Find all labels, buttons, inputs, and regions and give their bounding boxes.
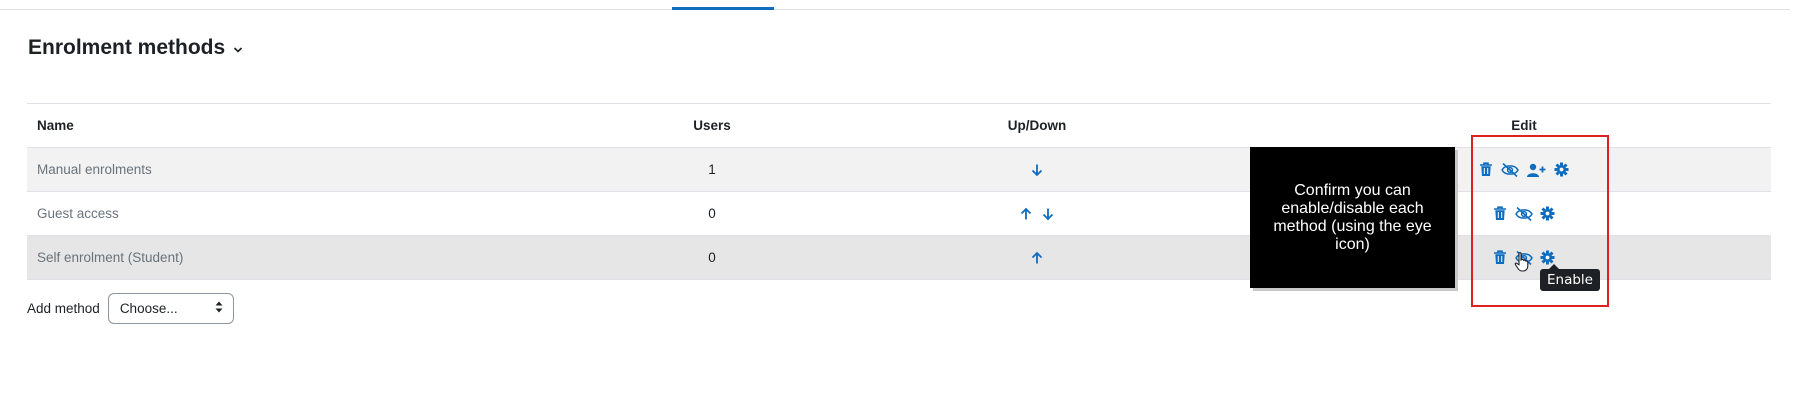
tab-bar-divider <box>0 9 1790 10</box>
column-header-users: Users <box>627 103 797 148</box>
add-method-select[interactable]: Choose... <box>107 293 234 324</box>
method-users: 1 <box>627 147 797 192</box>
page-title: Enrolment methods <box>28 36 226 59</box>
method-users: 0 <box>627 235 797 280</box>
chevron-down-icon[interactable] <box>233 46 243 54</box>
page-heading[interactable]: Enrolment methods <box>28 36 243 60</box>
method-users: 0 <box>627 191 797 236</box>
arrow-up-icon[interactable] <box>1019 207 1033 221</box>
add-method-control: Add method Choose... <box>27 293 234 324</box>
column-header-updown: Up/Down <box>797 103 1277 148</box>
updown-cell <box>797 147 1277 192</box>
annotation-callout: Confirm you can enable/disable each meth… <box>1250 147 1455 288</box>
select-caret-icon <box>215 301 223 316</box>
enable-tooltip: Enable <box>1540 264 1600 291</box>
add-method-selected-value: Choose... <box>119 301 178 316</box>
method-name: Guest access <box>27 191 627 236</box>
arrow-up-icon[interactable] <box>1030 251 1044 265</box>
method-name: Manual enrolments <box>27 147 627 192</box>
hand-cursor-icon <box>1514 252 1530 277</box>
column-header-name: Name <box>27 103 627 148</box>
arrow-down-icon[interactable] <box>1041 207 1055 221</box>
arrow-down-icon[interactable] <box>1030 163 1044 177</box>
method-name: Self enrolment (Student) <box>27 235 627 280</box>
updown-cell <box>797 235 1277 280</box>
active-tab-indicator <box>672 7 774 10</box>
updown-cell <box>797 191 1277 236</box>
add-method-label: Add method <box>27 301 100 316</box>
